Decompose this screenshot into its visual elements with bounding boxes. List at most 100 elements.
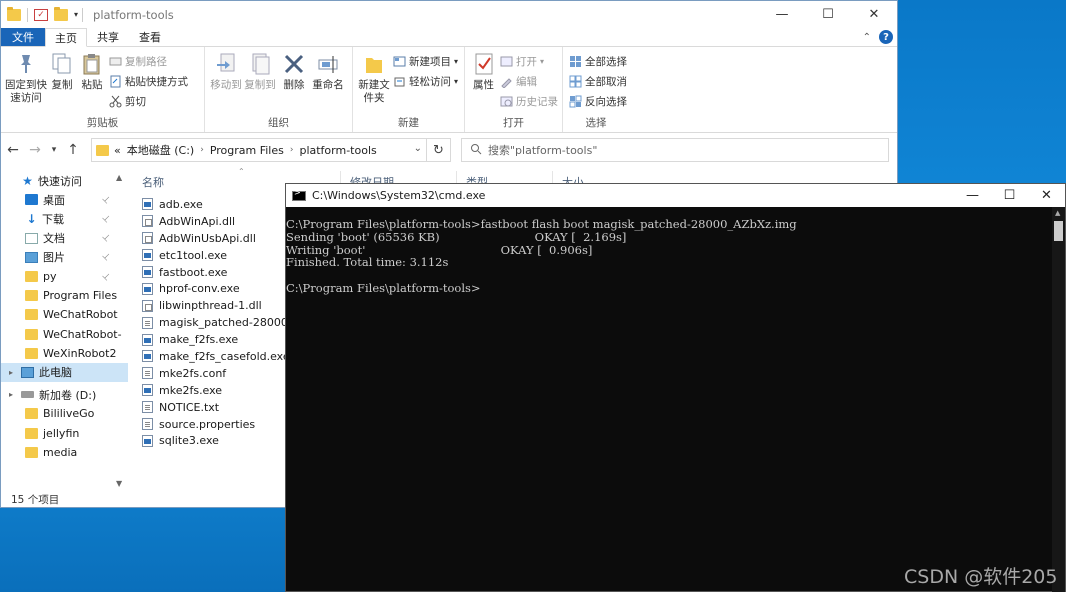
column-name[interactable]: 名称 bbox=[142, 174, 164, 190]
paste-shortcut-button[interactable]: 粘贴快捷方式 bbox=[109, 73, 188, 90]
text-file-icon bbox=[142, 367, 153, 380]
command-prompt-window: C:\Windows\System32\cmd.exe — ☐ ✕ C:\Pro… bbox=[285, 183, 1066, 592]
breadcrumb-program-files[interactable]: Program Files bbox=[210, 144, 284, 157]
file-name: adb.exe bbox=[159, 197, 203, 211]
file-name: fastboot.exe bbox=[159, 265, 228, 279]
properties-check-icon[interactable]: ✓ bbox=[34, 8, 48, 21]
help-icon[interactable]: ? bbox=[879, 30, 893, 44]
console-line: Finished. Total time: 3.112s bbox=[286, 255, 449, 270]
quick-access-dropdown-icon[interactable]: ▾ bbox=[74, 10, 78, 19]
cmd-window-title: C:\Windows\System32\cmd.exe bbox=[312, 189, 486, 202]
nav-item[interactable]: 图片 ⊥ bbox=[1, 248, 128, 267]
easy-access-label: 轻松访问 bbox=[409, 76, 451, 88]
explorer-titlebar[interactable]: ✓ ▾ platform-tools — ☐ ✕ bbox=[1, 1, 897, 28]
easy-access-button[interactable]: 轻松访问 ▾ bbox=[393, 73, 458, 90]
nav-item-label: Program Files bbox=[43, 289, 118, 303]
breadcrumb-separator-icon[interactable]: › bbox=[290, 145, 294, 155]
forward-arrow-icon[interactable]: → bbox=[27, 142, 43, 158]
dll-file-icon bbox=[142, 215, 153, 228]
nav-item[interactable]: Program Files bbox=[1, 286, 128, 305]
copy-path-button[interactable]: 复制路径 bbox=[109, 53, 188, 70]
cmd-maximize-button[interactable]: ☐ bbox=[991, 184, 1028, 207]
nav-item-label: 新加卷 (D:) bbox=[39, 388, 97, 402]
scroll-down-icon[interactable]: ▼ bbox=[116, 479, 122, 488]
invert-selection-button[interactable]: 反向选择 bbox=[569, 93, 627, 110]
nav-item[interactable]: ▸ 新加卷 (D:) bbox=[1, 385, 128, 404]
new-folder-label: 新建文件夹 bbox=[358, 79, 390, 104]
tab-file[interactable]: 文件 bbox=[1, 28, 45, 46]
breadcrumb-drive[interactable]: 本地磁盘 (C:) bbox=[127, 142, 194, 158]
minimize-button[interactable]: — bbox=[759, 1, 805, 28]
nav-item[interactable]: media bbox=[1, 443, 128, 462]
cmd-close-button[interactable]: ✕ bbox=[1028, 184, 1065, 207]
history-label: 历史记录 bbox=[516, 96, 558, 108]
address-overflow[interactable]: « bbox=[114, 144, 121, 157]
cmd-window-controls: — ☐ ✕ bbox=[954, 184, 1065, 207]
console-output[interactable]: C:\Program Files\platform-tools>fastboot… bbox=[286, 218, 1054, 295]
dropdown-arrow-icon: ▾ bbox=[454, 77, 459, 86]
scroll-up-icon[interactable]: ▲ bbox=[116, 173, 122, 182]
pictures-icon bbox=[25, 251, 38, 263]
nav-item[interactable]: ▸ 此电脑 bbox=[1, 362, 128, 383]
new-item-button[interactable]: 新建项目 ▾ bbox=[393, 53, 458, 70]
folder-icon bbox=[25, 309, 38, 321]
paste-shortcut-label: 粘贴快捷方式 bbox=[125, 76, 188, 88]
collapse-ribbon-icon[interactable]: ⌃ bbox=[863, 32, 871, 43]
refresh-icon[interactable]: ↻ bbox=[426, 139, 450, 161]
history-button[interactable]: 历史记录 bbox=[500, 93, 558, 110]
scroll-thumb[interactable] bbox=[1054, 221, 1063, 241]
nav-item[interactable]: py ⊥ bbox=[1, 267, 128, 286]
edit-button[interactable]: 编辑 bbox=[500, 73, 558, 90]
nav-item[interactable]: 桌面 ⊥ bbox=[1, 190, 128, 209]
delete-x-icon bbox=[282, 51, 306, 77]
expand-chevron-icon[interactable]: ▸ bbox=[9, 368, 13, 377]
nav-item[interactable]: 文档 ⊥ bbox=[1, 229, 128, 248]
nav-item[interactable]: ★ 快速访问 bbox=[1, 171, 128, 190]
cmd-minimize-button[interactable]: — bbox=[954, 184, 991, 207]
close-button[interactable]: ✕ bbox=[851, 1, 897, 28]
nav-item[interactable]: WeXinRobot2 bbox=[1, 344, 128, 363]
nav-item[interactable]: BililiveGo bbox=[1, 404, 128, 423]
scissors-icon bbox=[109, 95, 122, 108]
address-dropdown-icon[interactable]: ⌄ bbox=[414, 143, 422, 154]
properties-icon bbox=[472, 51, 496, 77]
recent-locations-icon[interactable]: ▾ bbox=[49, 145, 59, 155]
expand-chevron-icon[interactable]: ▸ bbox=[9, 390, 13, 399]
tab-view[interactable]: 查看 bbox=[129, 28, 171, 46]
select-all-button[interactable]: 全部选择 bbox=[569, 53, 627, 70]
cmd-titlebar[interactable]: C:\Windows\System32\cmd.exe — ☐ ✕ bbox=[286, 184, 1065, 207]
navigation-pane: ★ 快速访问 桌面 ⊥ ↓ 下载 ⊥ 文档 ⊥ 图片 ⊥ py ⊥ Program Files WeChat… bbox=[1, 171, 128, 491]
up-arrow-icon[interactable]: ↑ bbox=[65, 142, 81, 158]
nav-item[interactable]: WeChatRobot- bbox=[1, 325, 128, 344]
search-input[interactable]: 搜索"platform-tools" bbox=[461, 138, 889, 162]
folder-icon bbox=[7, 6, 21, 21]
nav-item[interactable]: jellyfin bbox=[1, 423, 128, 442]
breadcrumb-separator-icon[interactable]: › bbox=[200, 145, 204, 155]
search-placeholder: 搜索"platform-tools" bbox=[488, 144, 598, 157]
pin-icon: ⊥ bbox=[99, 231, 113, 245]
new-item-icon bbox=[393, 55, 406, 68]
tab-home[interactable]: 主页 bbox=[45, 28, 87, 47]
nav-pane-scrollbar[interactable]: ▲ ▼ bbox=[113, 173, 127, 491]
maximize-button[interactable]: ☐ bbox=[805, 1, 851, 28]
back-arrow-icon[interactable]: ← bbox=[5, 142, 21, 158]
open-button[interactable]: 打开 ▾ bbox=[500, 53, 558, 70]
cut-label: 剪切 bbox=[125, 96, 146, 108]
tab-share[interactable]: 共享 bbox=[87, 28, 129, 46]
pin-icon: ⊥ bbox=[99, 270, 113, 283]
nav-item[interactable]: ↓ 下载 ⊥ bbox=[1, 209, 128, 228]
new-folder-icon[interactable] bbox=[54, 6, 68, 21]
address-bar[interactable]: « 本地磁盘 (C:) › Program Files › platform-t… bbox=[91, 138, 451, 162]
nav-item[interactable]: WeChatRobot bbox=[1, 305, 128, 324]
nav-item-label: 此电脑 bbox=[39, 366, 72, 380]
file-name: mke2fs.conf bbox=[159, 366, 227, 380]
cut-button[interactable]: 剪切 bbox=[109, 93, 188, 110]
paste-icon bbox=[80, 51, 104, 77]
breadcrumb-platform-tools[interactable]: platform-tools bbox=[299, 144, 376, 157]
pin-icon bbox=[14, 51, 38, 77]
cmd-scrollbar[interactable]: ▲ bbox=[1052, 207, 1065, 592]
nav-item-label: py bbox=[43, 270, 57, 284]
ribbon-right-controls: ⌃ ? bbox=[863, 30, 893, 44]
scroll-up-icon[interactable]: ▲ bbox=[1055, 209, 1060, 217]
select-none-button[interactable]: 全部取消 bbox=[569, 73, 627, 90]
